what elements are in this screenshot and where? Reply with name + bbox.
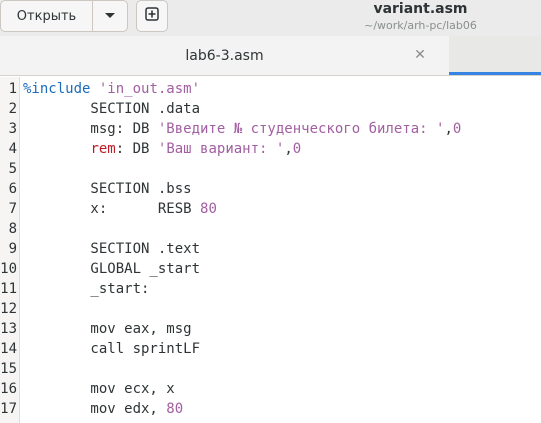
code-text: mov eax, msg: [23, 321, 192, 337]
window-subtitle: ~/work/arh-pc/lab06: [364, 19, 477, 32]
line-number: 9: [8, 241, 17, 257]
new-document-plus-icon: [145, 7, 159, 25]
line-number: 16: [0, 381, 17, 397]
code-line[interactable]: 8: [0, 219, 541, 239]
line-number: 4: [8, 141, 17, 157]
code-line[interactable]: 16 mov ecx, x: [0, 379, 541, 399]
code-text: rem: DB 'Ваш вариант: ',0: [90, 141, 302, 157]
tab-bar: lab6-3.asm ✕: [0, 36, 541, 76]
code-line[interactable]: 3 msg: DB 'Введите № студенческого билет…: [0, 119, 541, 139]
line-number: 8: [8, 221, 17, 237]
code-line[interactable]: 11 _start:: [0, 279, 541, 299]
window-title: variant.asm: [373, 1, 468, 17]
code-line[interactable]: 5: [0, 159, 541, 179]
line-number: 12: [0, 301, 17, 317]
code-line[interactable]: 1 %include 'in_out.asm': [0, 79, 541, 99]
tab-label: lab6-3.asm: [185, 47, 264, 64]
open-menu-button[interactable]: [92, 0, 128, 32]
code-editor[interactable]: 1 %include 'in_out.asm' 2 SECTION .data 3 m…: [0, 77, 541, 423]
code-text: mov edx, 80: [23, 401, 184, 417]
line-number: 17: [0, 401, 17, 417]
open-button[interactable]: Открыть: [0, 0, 93, 32]
code-line[interactable]: 14 call sprintLF: [0, 339, 541, 359]
tab-bar-empty-area: [449, 36, 541, 75]
new-tab-button[interactable]: [136, 0, 168, 32]
code-line[interactable]: 15: [0, 359, 541, 379]
code-text: SECTION .data: [23, 101, 201, 117]
code-text: mov ecx, x: [23, 381, 175, 397]
code-line[interactable]: 6 SECTION .bss: [0, 179, 541, 199]
line-number: 6: [8, 181, 17, 197]
code-line[interactable]: 10 GLOBAL _start: [0, 259, 541, 279]
code-text: SECTION .text: [23, 241, 201, 257]
code-line[interactable]: 12: [0, 299, 541, 319]
open-button-label: Открыть: [16, 8, 77, 24]
line-number: 2: [8, 101, 17, 117]
code-text: SECTION .bss: [23, 181, 192, 197]
code-line[interactable]: 2 SECTION .data: [0, 99, 541, 119]
line-number: 10: [0, 261, 17, 277]
code-text: call sprintLF: [23, 341, 201, 357]
line-number: 7: [8, 201, 17, 217]
line-number: 5: [8, 161, 17, 177]
code-text: x: RESB 80: [23, 201, 217, 217]
code-text: _start:: [23, 281, 150, 297]
tab-lab6-3-asm[interactable]: lab6-3.asm ✕: [0, 36, 449, 75]
header-bar: Открыть variant.asm ~/work/arh-pc/lab06: [0, 0, 541, 36]
code-line[interactable]: 4 rem: DB 'Ваш вариант: ',0: [0, 139, 541, 159]
window-title-block: variant.asm ~/work/arh-pc/lab06: [300, 0, 541, 33]
line-number: 14: [0, 341, 17, 357]
line-number: 3: [8, 121, 17, 137]
line-number: 11: [0, 281, 17, 297]
line-number: 13: [0, 321, 17, 337]
chevron-down-icon: [104, 9, 116, 24]
code-text: %include 'in_out.asm': [23, 81, 201, 97]
code-line[interactable]: 17 mov edx, 80: [0, 399, 541, 419]
active-tab-indicator: [449, 72, 541, 75]
code-text: GLOBAL _start: [23, 261, 201, 277]
code-line[interactable]: 9 SECTION .text: [0, 239, 541, 259]
code-line[interactable]: 7 x: RESB 80: [0, 199, 541, 219]
line-number: 15: [0, 361, 17, 377]
code-line[interactable]: 13 mov eax, msg: [0, 319, 541, 339]
line-number: 1: [8, 81, 17, 97]
close-icon[interactable]: ✕: [413, 48, 427, 62]
code-text: msg: DB 'Введите № студенческого билета:…: [23, 121, 462, 137]
